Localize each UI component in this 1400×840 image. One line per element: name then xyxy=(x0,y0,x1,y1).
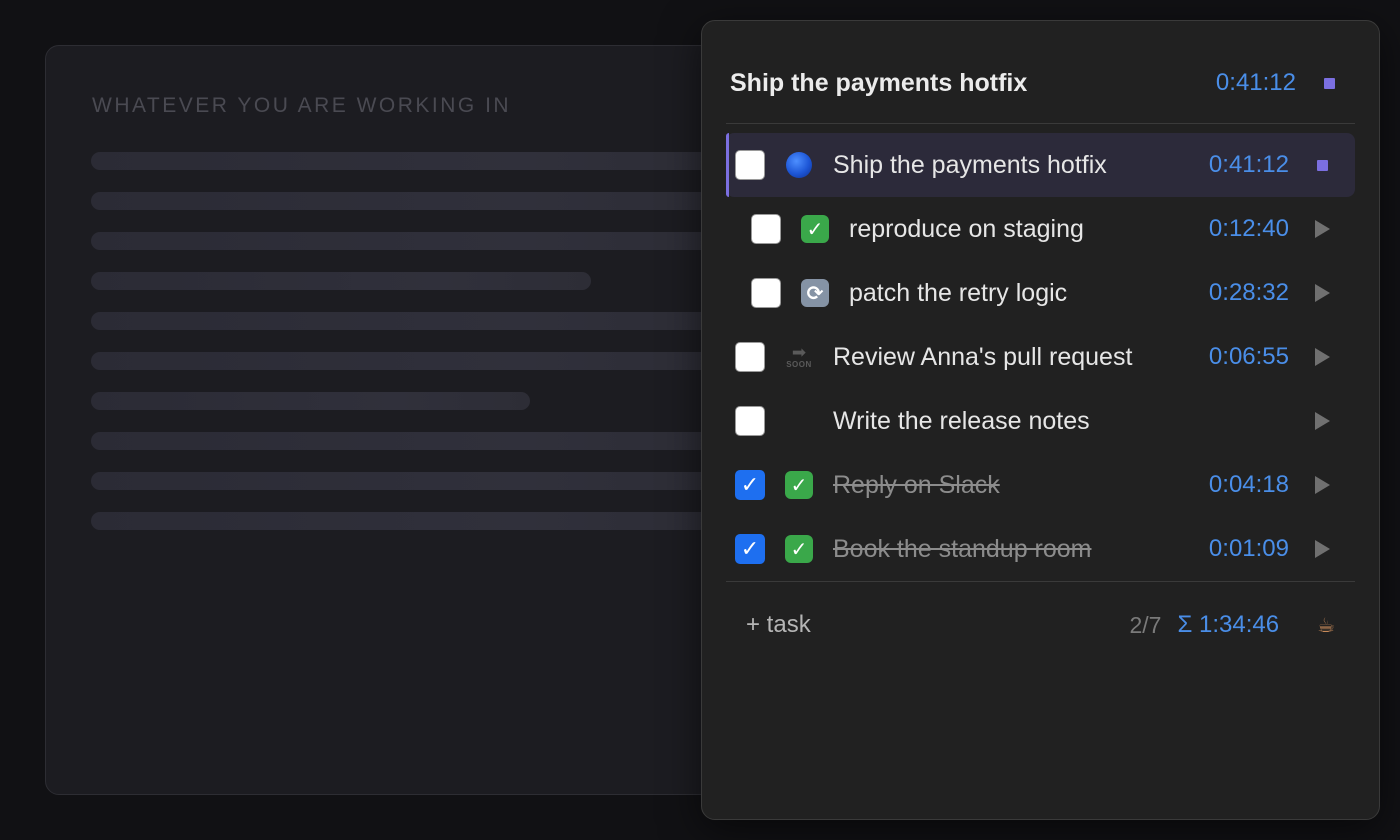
task-label: Book the standup room xyxy=(833,534,1092,563)
task-checkbox[interactable]: ✓ xyxy=(735,534,765,564)
checkmark-icon: ✓ xyxy=(740,472,760,497)
task-label: Ship the payments hotfix xyxy=(833,150,1107,179)
task-time: 0:41:12 xyxy=(1208,151,1289,178)
subtask-row[interactable]: ⟳ patch the retry logic 0:28:32 xyxy=(726,261,1355,325)
task-label: reproduce on staging xyxy=(849,214,1084,243)
play-icon[interactable] xyxy=(1314,540,1330,558)
task-row[interactable]: ✓ ✓ Book the standup room 0:01:09 xyxy=(726,517,1355,581)
task-time: 0:04:18 xyxy=(1208,471,1289,498)
coffee-icon[interactable]: ☕ xyxy=(1317,613,1335,638)
task-timer-panel: Ship the payments hotfix 0:41:12 Ship th… xyxy=(701,20,1380,820)
current-task-title: Ship the payments hotfix xyxy=(730,68,1028,97)
placeholder-line xyxy=(91,432,711,450)
task-control[interactable] xyxy=(1289,284,1355,302)
placeholder-line xyxy=(91,192,711,210)
placeholder-line xyxy=(91,272,591,290)
placeholder-line xyxy=(91,152,711,170)
placeholder-line xyxy=(91,312,711,330)
task-control[interactable] xyxy=(1289,412,1355,430)
completed-count: 2/7 xyxy=(1129,611,1162,638)
play-icon[interactable] xyxy=(1314,220,1330,238)
placeholder-line xyxy=(91,232,711,250)
placeholder-line xyxy=(91,352,711,370)
task-checkbox[interactable] xyxy=(751,278,781,308)
task-list: Ship the payments hotfix 0:41:12 ✓ repro… xyxy=(726,133,1355,581)
play-icon[interactable] xyxy=(1314,348,1330,366)
cycle-icon: ⟳ xyxy=(801,279,829,307)
subtask-row[interactable]: ✓ reproduce on staging 0:12:40 xyxy=(726,197,1355,261)
checkmark-icon: ✓ xyxy=(740,536,760,561)
task-time: 0:01:09 xyxy=(1208,535,1289,562)
placeholder-content xyxy=(91,152,711,552)
task-time: 0:12:40 xyxy=(1208,215,1289,242)
header-divider xyxy=(726,123,1355,124)
task-checkbox[interactable] xyxy=(735,150,765,180)
task-row[interactable]: ➡ SOON Review Anna's pull request 0:06:5… xyxy=(726,325,1355,389)
background-window: WHATEVER YOU ARE WORKING IN xyxy=(45,45,765,795)
play-icon[interactable] xyxy=(1314,284,1330,302)
status-icon: ✓ xyxy=(800,214,830,244)
task-control[interactable] xyxy=(1289,348,1355,366)
task-checkbox[interactable] xyxy=(735,342,765,372)
task-row[interactable]: Ship the payments hotfix 0:41:12 xyxy=(726,133,1355,197)
task-label: Review Anna's pull request xyxy=(833,342,1133,371)
stop-icon[interactable] xyxy=(1316,159,1328,171)
soon-text: SOON xyxy=(786,359,812,369)
task-checkbox[interactable] xyxy=(751,214,781,244)
panel-footer: + task 2/7 Σ 1:34:46 ☕ xyxy=(746,605,1335,645)
task-label: patch the retry logic xyxy=(849,278,1068,307)
task-row[interactable]: Write the release notes xyxy=(726,389,1355,453)
stop-icon[interactable] xyxy=(1324,77,1335,89)
placeholder-line xyxy=(91,512,711,530)
footer-divider xyxy=(726,581,1355,582)
task-time: 0:06:55 xyxy=(1208,343,1289,370)
placeholder-line xyxy=(91,472,711,490)
add-task-button[interactable]: + task xyxy=(746,611,1130,639)
total-time: Σ 1:34:46 xyxy=(1177,611,1280,638)
task-label: Write the release notes xyxy=(833,406,1090,435)
status-icon: ✓ xyxy=(784,470,814,500)
task-control[interactable] xyxy=(1289,540,1355,558)
status-icon: ⟳ xyxy=(800,278,830,308)
task-control[interactable] xyxy=(1289,159,1355,171)
panel-header: Ship the payments hotfix 0:41:12 xyxy=(730,65,1351,101)
status-icon xyxy=(784,406,814,436)
task-row[interactable]: ✓ ✓ Reply on Slack 0:04:18 xyxy=(726,453,1355,517)
task-checkbox[interactable]: ✓ xyxy=(735,470,765,500)
task-control[interactable] xyxy=(1289,476,1355,494)
play-icon[interactable] xyxy=(1314,412,1330,430)
status-icon: ✓ xyxy=(784,534,814,564)
green-check-icon: ✓ xyxy=(801,215,829,243)
task-checkbox[interactable] xyxy=(735,406,765,436)
green-check-icon: ✓ xyxy=(785,535,813,563)
arrow-glyph: ➡ xyxy=(791,342,807,362)
status-icon: ➡ SOON xyxy=(784,342,814,372)
blue-circle-icon xyxy=(786,152,812,178)
play-icon[interactable] xyxy=(1314,476,1330,494)
placeholder-line xyxy=(91,392,530,410)
status-icon xyxy=(784,150,814,180)
soon-arrow-icon: ➡ SOON xyxy=(784,343,814,371)
current-task-timer: 0:41:12 xyxy=(1215,69,1296,96)
task-time: 0:28:32 xyxy=(1208,279,1289,306)
green-check-icon: ✓ xyxy=(785,471,813,499)
task-control[interactable] xyxy=(1289,220,1355,238)
task-label: Reply on Slack xyxy=(833,470,1000,499)
background-window-title: WHATEVER YOU ARE WORKING IN xyxy=(92,94,512,117)
